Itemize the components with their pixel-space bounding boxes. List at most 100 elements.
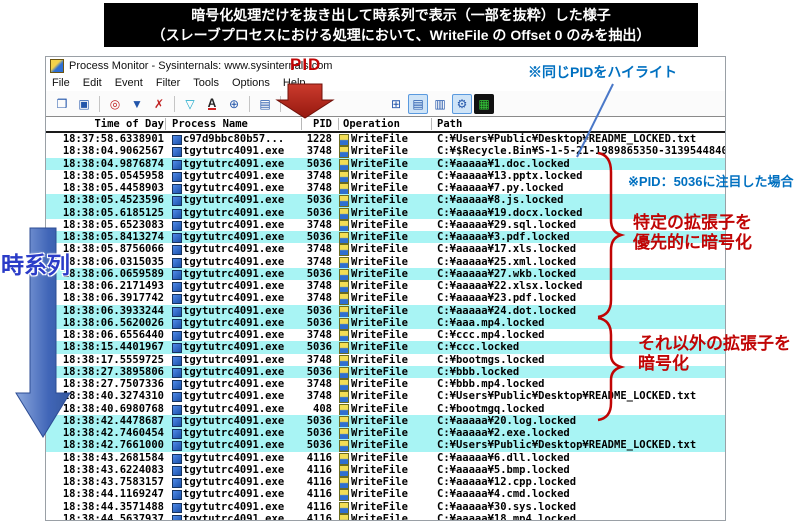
pid-cell: 408	[313, 402, 332, 415]
menu-item-tools[interactable]: Tools	[193, 77, 219, 89]
event-row[interactable]: 18:38:06.0659589 tgytutrc4091.exe 5036 W…	[46, 267, 725, 281]
process-icon	[172, 514, 182, 520]
menu-item-edit[interactable]: Edit	[83, 77, 102, 89]
column-header-pid[interactable]: PID	[261, 117, 332, 131]
pid-cell: 3748	[306, 218, 332, 231]
event-row[interactable]: 18:38:42.4478687 tgytutrc4091.exe 5036 W…	[46, 414, 725, 428]
pid-cell: 3748	[306, 390, 332, 403]
writefile-operation-icon	[339, 452, 349, 465]
show-process-icon[interactable]: ⚙	[452, 93, 472, 114]
open-icon[interactable]: ❒	[52, 94, 72, 114]
pid-cell: 5036	[306, 414, 332, 427]
pid-cell: 4116	[306, 500, 332, 513]
event-properties-icon[interactable]: ▤	[255, 94, 275, 114]
menu-item-filter[interactable]: Filter	[156, 77, 180, 89]
event-row[interactable]: 18:38:05.8756066 tgytutrc4091.exe 3748 W…	[46, 243, 725, 257]
event-row[interactable]: 18:38:06.2171493 tgytutrc4091.exe 3748 W…	[46, 280, 725, 293]
event-row[interactable]: 18:38:44.3571488 tgytutrc4091.exe 4116 W…	[46, 500, 725, 514]
show-registry-icon[interactable]: ⊞	[386, 94, 406, 114]
include-process-icon[interactable]: ⊕	[224, 94, 244, 114]
highlight-icon[interactable]: A	[202, 94, 222, 114]
save-icon[interactable]: ▣	[74, 94, 94, 114]
time-of-day-cell: 18:38:42.7460454	[62, 427, 164, 439]
event-row[interactable]: 18:38:05.4458903 tgytutrc4091.exe 3748 W…	[46, 182, 725, 195]
event-row[interactable]: 18:38:05.8413274 tgytutrc4091.exe 5036 W…	[46, 231, 725, 244]
path-cell: C:¥aaaaa¥8.js.locked	[437, 194, 564, 207]
event-row[interactable]: 18:38:06.5620026 tgytutrc4091.exe 5036 W…	[46, 316, 725, 330]
event-row[interactable]: 18:38:43.6224083 tgytutrc4091.exe 4116 W…	[46, 464, 725, 477]
path-cell: C:¥aaaaa¥2.exe.locked	[437, 427, 570, 439]
column-header-time[interactable]: Time of Day	[58, 117, 164, 131]
column-divider[interactable]	[165, 118, 166, 130]
event-row[interactable]: 18:38:17.5559725 tgytutrc4091.exe 3748 W…	[46, 354, 725, 367]
priority-note-line2: 優先的に暗号化	[633, 233, 752, 252]
writefile-operation-icon	[339, 513, 349, 520]
filter-icon[interactable]: ▽	[180, 94, 200, 114]
event-row[interactable]: 18:38:43.7583157 tgytutrc4091.exe 4116 W…	[46, 476, 725, 489]
writefile-operation-icon	[339, 146, 349, 159]
event-row[interactable]: 18:37:58.6338901 c97d9bbc80b57... 1228 W…	[46, 133, 725, 146]
event-row[interactable]: 18:38:05.6185125 tgytutrc4091.exe 5036 W…	[46, 206, 725, 220]
event-row[interactable]: 18:38:06.3933244 tgytutrc4091.exe 5036 W…	[46, 304, 725, 318]
event-row[interactable]: 18:38:04.9876874 tgytutrc4091.exe 5036 W…	[46, 157, 725, 171]
pid-cell: 5036	[306, 304, 332, 317]
pid-cell: 3748	[306, 182, 332, 194]
pid-cell: 5036	[306, 267, 332, 280]
event-row[interactable]: 18:38:44.5637937 tgytutrc4091.exe 4116 W…	[46, 512, 725, 521]
column-divider[interactable]	[301, 118, 302, 130]
path-cell: C:¥ccc.mp4.locked	[437, 329, 545, 341]
event-row[interactable]: 18:38:44.1169247 tgytutrc4091.exe 4116 W…	[46, 488, 725, 502]
event-row[interactable]: 18:38:05.4523596 tgytutrc4091.exe 5036 W…	[46, 194, 725, 208]
event-row[interactable]: 18:38:06.3917742 tgytutrc4091.exe 3748 W…	[46, 292, 725, 306]
menu-item-event[interactable]: Event	[115, 77, 143, 89]
operation-cell: WriteFile	[351, 341, 408, 354]
clear-icon[interactable]: ✗	[149, 94, 169, 114]
process-icon	[172, 306, 182, 317]
show-file-system-icon[interactable]: ▤	[408, 93, 428, 114]
pid-cell: 4116	[306, 512, 332, 521]
writefile-operation-icon	[339, 170, 349, 183]
event-row[interactable]: 18:38:06.0315035 tgytutrc4091.exe 3748 W…	[46, 255, 725, 269]
time-of-day-cell: 18:38:06.0315035	[62, 255, 164, 268]
event-row[interactable]: 18:38:15.4401967 tgytutrc4091.exe 5036 W…	[46, 341, 725, 355]
event-row[interactable]: 18:38:04.9062567 tgytutrc4091.exe 3748 W…	[46, 145, 725, 159]
time-of-day-cell: 18:38:42.4478687	[62, 414, 164, 427]
time-of-day-cell: 18:38:06.0659589	[62, 267, 164, 280]
column-divider[interactable]	[338, 118, 339, 130]
writefile-operation-icon	[339, 244, 349, 257]
column-header-process[interactable]: Process Name	[172, 117, 248, 131]
show-network-icon[interactable]: ▥	[430, 94, 450, 114]
event-row[interactable]: 18:38:42.7460454 tgytutrc4091.exe 5036 W…	[46, 427, 725, 440]
event-row[interactable]: 18:38:43.2681584 tgytutrc4091.exe 4116 W…	[46, 451, 725, 465]
writefile-operation-icon	[339, 305, 349, 318]
menu-item-help[interactable]: Help	[283, 77, 306, 89]
time-of-day-cell: 18:38:06.6556440	[62, 329, 164, 341]
event-row[interactable]: 18:38:42.7661000 tgytutrc4091.exe 5036 W…	[46, 439, 725, 453]
column-divider[interactable]	[431, 118, 432, 130]
show-profiling-icon[interactable]: ▦	[474, 93, 494, 114]
event-row[interactable]: 18:38:27.7507336 tgytutrc4091.exe 3748 W…	[46, 378, 725, 391]
autoscroll-icon[interactable]: ▼	[127, 94, 147, 114]
menu-item-options[interactable]: Options	[232, 77, 270, 89]
capture-icon[interactable]: ◎	[105, 94, 125, 114]
process-icon	[172, 220, 182, 231]
operation-cell: WriteFile	[351, 194, 408, 207]
toolbar-separator	[249, 95, 250, 112]
pid-cell: 5036	[306, 365, 332, 378]
process-icon	[172, 282, 182, 292]
process-icon	[172, 147, 182, 158]
operation-cell: WriteFile	[351, 145, 408, 158]
menu-item-file[interactable]: File	[52, 77, 70, 89]
column-header-path[interactable]: Path	[437, 117, 462, 131]
operation-cell: WriteFile	[351, 451, 408, 464]
pid-cell: 4116	[306, 488, 332, 501]
event-row[interactable]: 18:38:06.6556440 tgytutrc4091.exe 3748 W…	[46, 329, 725, 342]
event-row[interactable]: 18:38:40.3274310 tgytutrc4091.exe 3748 W…	[46, 390, 725, 404]
event-row[interactable]: 18:38:05.0545958 tgytutrc4091.exe 3748 W…	[46, 170, 725, 183]
process-icon	[172, 184, 182, 194]
column-header-operation[interactable]: Operation	[343, 117, 400, 131]
procmon-app-icon	[50, 59, 64, 73]
event-row[interactable]: 18:38:05.6523083 tgytutrc4091.exe 3748 W…	[46, 218, 725, 232]
event-row[interactable]: 18:38:27.3895806 tgytutrc4091.exe 5036 W…	[46, 365, 725, 379]
event-row[interactable]: 18:38:40.6980768 tgytutrc4091.exe 408 Wr…	[46, 402, 725, 416]
